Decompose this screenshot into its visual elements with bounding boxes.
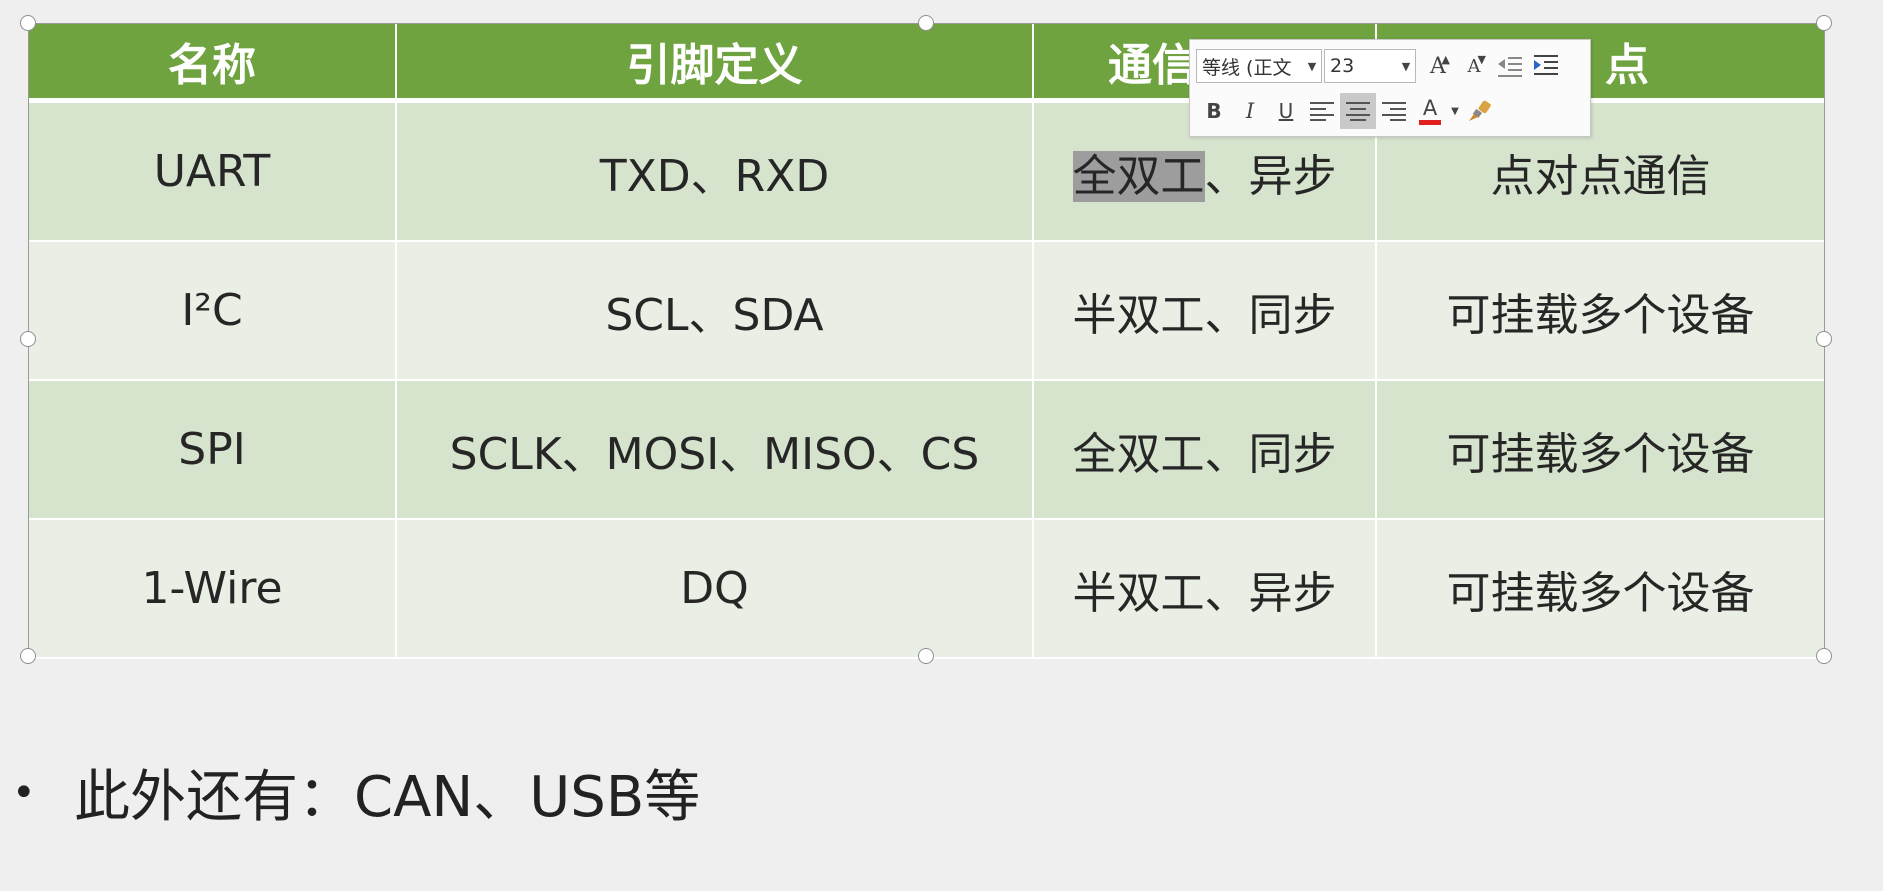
cell-feature[interactable]: 可挂载多个设备 xyxy=(1376,380,1824,520)
font-color-bar xyxy=(1419,120,1441,125)
shrink-font-button[interactable]: A ▼ xyxy=(1456,48,1492,84)
font-color-icon: A xyxy=(1422,96,1438,120)
table-row: I²C SCL、SDA 半双工、同步 可挂载多个设备 xyxy=(29,241,1824,381)
font-name-select[interactable]: 等线 (正文 ▼ xyxy=(1196,49,1322,83)
align-center-button[interactable] xyxy=(1340,93,1376,129)
header-pins[interactable]: 引脚定义 xyxy=(396,24,1034,103)
cell-feature[interactable]: 可挂载多个设备 xyxy=(1376,519,1824,659)
align-center-icon xyxy=(1346,102,1370,121)
align-right-button[interactable] xyxy=(1376,93,1412,129)
font-color-dropdown[interactable]: ▼ xyxy=(1448,106,1462,117)
grow-font-button[interactable]: A ▲ xyxy=(1420,48,1456,84)
header-name[interactable]: 名称 xyxy=(29,24,397,103)
cell-comm[interactable]: 半双工、同步 xyxy=(1033,241,1377,381)
chevron-down-icon: ▼ xyxy=(1307,59,1317,73)
font-name-value: 等线 (正文 xyxy=(1202,56,1292,79)
underline-button[interactable]: U xyxy=(1268,93,1304,129)
font-size-select[interactable]: 23 ▼ xyxy=(1324,49,1416,83)
cell-pins[interactable]: DQ xyxy=(396,519,1034,659)
cell-name[interactable]: UART xyxy=(29,100,397,242)
align-right-icon xyxy=(1382,102,1406,121)
italic-icon: I xyxy=(1245,99,1255,123)
cell-comm-rest: 、异步 xyxy=(1204,150,1337,202)
underline-icon: U xyxy=(1278,99,1294,123)
table-row: SPI SCLK、MOSI、MISO、CS 全双工、同步 可挂载多个设备 xyxy=(29,380,1824,520)
font-color-button[interactable]: A xyxy=(1412,93,1448,129)
cell-name[interactable]: I²C xyxy=(29,241,397,381)
chevron-down-icon: ▼ xyxy=(1401,59,1411,73)
format-painter-icon xyxy=(1469,100,1491,121)
font-size-value: 23 xyxy=(1330,55,1355,77)
bold-button[interactable]: B xyxy=(1196,93,1232,129)
cell-name[interactable]: 1-Wire xyxy=(29,519,397,659)
format-painter-button[interactable] xyxy=(1462,93,1498,129)
selected-text[interactable]: 全双工 xyxy=(1072,150,1205,202)
resize-handle-bottom-left[interactable] xyxy=(20,648,36,664)
cell-comm[interactable]: 全双工、同步 xyxy=(1033,380,1377,520)
bullet-note[interactable]: • 此外还有：CAN、USB等 xyxy=(12,752,700,833)
increase-indent-icon xyxy=(1534,55,1558,75)
resize-handle-top-center[interactable] xyxy=(918,15,934,31)
resize-handle-bottom-right[interactable] xyxy=(1816,648,1832,664)
bullet-note-text[interactable]: 此外还有：CAN、USB等 xyxy=(74,752,700,833)
resize-handle-bottom-center[interactable] xyxy=(918,648,934,664)
cell-pins[interactable]: SCLK、MOSI、MISO、CS xyxy=(396,380,1034,520)
resize-handle-middle-left[interactable] xyxy=(20,331,36,347)
bullet-dot: • xyxy=(12,769,36,816)
italic-button[interactable]: I xyxy=(1232,93,1268,129)
table-row: 1-Wire DQ 半双工、异步 可挂载多个设备 xyxy=(29,519,1824,659)
resize-handle-top-right[interactable] xyxy=(1816,15,1832,31)
cell-feature[interactable]: 可挂载多个设备 xyxy=(1376,241,1824,381)
resize-handle-top-left[interactable] xyxy=(20,15,36,31)
align-left-icon xyxy=(1310,102,1334,121)
cell-pins[interactable]: SCL、SDA xyxy=(396,241,1034,381)
align-left-button[interactable] xyxy=(1304,93,1340,129)
mini-format-toolbar: 等线 (正文 ▼ 23 ▼ A ▲ A ▼ B I U A ▼ xyxy=(1189,39,1591,137)
cell-pins[interactable]: TXD、RXD xyxy=(396,100,1034,242)
cell-name[interactable]: SPI xyxy=(29,380,397,520)
increase-indent-button[interactable] xyxy=(1528,48,1564,84)
decrease-indent-button[interactable] xyxy=(1492,48,1528,84)
resize-handle-middle-right[interactable] xyxy=(1816,331,1832,347)
decrease-indent-icon xyxy=(1498,57,1522,77)
bold-icon: B xyxy=(1206,99,1222,123)
cell-comm[interactable]: 半双工、异步 xyxy=(1033,519,1377,659)
